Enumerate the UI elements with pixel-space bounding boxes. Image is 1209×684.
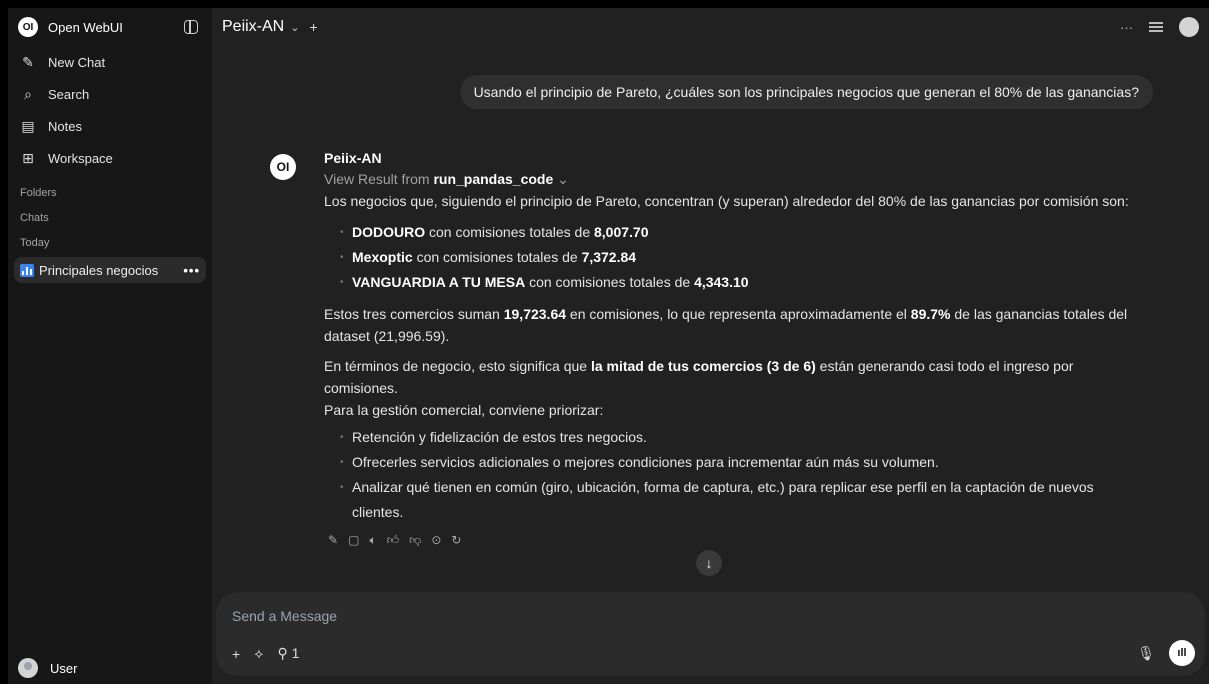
thumbs-up-icon[interactable]: 👍︎: [387, 529, 400, 551]
list-item: Ofrecerles servicios adicionales o mejor…: [340, 450, 1136, 475]
chevron-down-icon[interactable]: ⌄: [290, 21, 299, 34]
search-button[interactable]: ⌕ Search: [8, 78, 212, 110]
search-label: Search: [48, 86, 90, 102]
search-icon: ⌕: [24, 85, 32, 102]
assistant-name: Peiix-AN: [324, 150, 382, 166]
waveform-icon: ıll: [1177, 647, 1187, 659]
message-composer: Send a Message + ⟡ ⚲ 1 🎙︎ ıll: [216, 592, 1205, 676]
sidebar: OI Open WebUI ✎ New Chat ⌕ Search ▤ Note…: [8, 8, 212, 684]
controls-icon[interactable]: [1149, 21, 1163, 33]
chats-heading[interactable]: Chats: [8, 205, 212, 230]
tool-result-toggle[interactable]: View Result from run_pandas_code ⌄: [324, 168, 1136, 190]
top-businesses-list: DODOURO con comisiones totales de 8,007.…: [324, 220, 1136, 295]
new-chat-button[interactable]: ✎ New Chat: [8, 46, 212, 78]
commission-value: 7,372.84: [581, 249, 637, 265]
scroll-to-bottom-button[interactable]: ↓: [696, 550, 722, 576]
summary-percent: 89.7%: [910, 306, 951, 322]
answer-intro: Los negocios que, siguiendo el principio…: [324, 193, 1129, 209]
business-highlight: la mitad de tus comercios (3 de 6): [590, 358, 816, 374]
commission-value: 4,343.10: [694, 274, 749, 290]
view-result-prefix: View Result from: [324, 171, 434, 187]
tool-count: 1: [291, 645, 300, 661]
list-item: Mexoptic con comisiones totales de 7,372…: [340, 245, 1136, 270]
user-message: Usando el principio de Pareto, ¿cuáles s…: [459, 75, 1153, 109]
commission-value: 8,007.70: [594, 224, 649, 240]
workspace-icon: ⊞: [22, 149, 34, 166]
chat-item-principales-negocios[interactable]: Principales negocios •••: [14, 257, 206, 283]
integrations-icon[interactable]: ⟡: [254, 645, 263, 662]
chat-item-menu-icon[interactable]: •••: [183, 263, 200, 278]
summary-paragraph: Estos tres comercios suman 19,723.64 en …: [324, 303, 1136, 347]
wrench-icon: ⚲: [277, 645, 288, 661]
plus-icon[interactable]: +: [232, 646, 240, 662]
business-text: En términos de negocio, esto significa q…: [324, 358, 591, 374]
summary-text: en comisiones, lo que representa aproxim…: [566, 306, 911, 322]
today-heading: Today: [20, 236, 50, 249]
user-name: User: [50, 660, 78, 676]
priority-intro: Para la gestión comercial, conviene prio…: [324, 402, 604, 418]
voice-mode-button[interactable]: ıll: [1169, 640, 1195, 666]
assistant-message: OI Peiix-AN View Result from run_pandas_…: [270, 148, 1136, 551]
thumbs-down-icon[interactable]: 👎︎: [409, 529, 421, 551]
speaker-icon[interactable]: 🔈︎: [369, 529, 376, 551]
workspace-button[interactable]: ⊞ Workspace: [8, 142, 212, 174]
message-input[interactable]: Send a Message: [232, 608, 337, 624]
add-model-button[interactable]: +: [309, 19, 317, 35]
notes-label: Notes: [48, 118, 82, 134]
business-name: DODOURO: [352, 224, 426, 240]
list-text: con comisiones totales de: [525, 274, 695, 290]
edit-icon[interactable]: ✎: [328, 529, 338, 551]
notes-button[interactable]: ▤ Notes: [8, 110, 212, 142]
model-selector[interactable]: Peiix-AN: [222, 18, 284, 36]
message-actions: ✎ ▢ 🔈︎ 👍︎ 👎︎ ⊙ ↻: [328, 529, 1136, 551]
chat-item-title: Principales negocios: [39, 262, 159, 278]
app-name[interactable]: Open WebUI: [48, 20, 123, 35]
list-item: DODOURO con comisiones totales de 8,007.…: [340, 220, 1136, 245]
avatar: [18, 658, 38, 678]
tool-name: run_pandas_code: [433, 171, 554, 187]
arrow-down-icon: ↓: [705, 555, 713, 571]
list-text: con comisiones totales de: [412, 249, 582, 265]
sidebar-header: OI Open WebUI: [8, 8, 212, 46]
workspace-label: Workspace: [48, 150, 113, 166]
business-name: Mexoptic: [352, 249, 413, 265]
edit-icon: ✎: [22, 53, 34, 70]
chat-header: Peiix-AN ⌄ + ···: [212, 8, 1209, 46]
business-name: VANGUARDIA A TU MESA: [352, 274, 526, 290]
list-item: VANGUARDIA A TU MESA con comisiones tota…: [340, 270, 1136, 295]
microphone-icon[interactable]: 🎙︎: [1137, 645, 1155, 662]
user-avatar[interactable]: [1179, 17, 1199, 37]
list-item: Analizar qué tienen en común (giro, ubic…: [340, 475, 1136, 525]
summary-total: 19,723.64: [503, 306, 567, 322]
copy-icon[interactable]: ▢: [348, 529, 359, 551]
app-window: OI Open WebUI ✎ New Chat ⌕ Search ▤ Note…: [8, 8, 1209, 684]
regenerate-icon[interactable]: ↻: [451, 529, 461, 551]
chat-main: Peiix-AN ⌄ + ··· Usando el principio de …: [212, 8, 1209, 684]
new-chat-label: New Chat: [48, 54, 106, 70]
list-text: con comisiones totales de: [425, 224, 594, 240]
more-options-icon[interactable]: ···: [1120, 20, 1133, 35]
notes-icon: ▤: [21, 117, 35, 134]
summary-text: Estos tres comercios suman: [324, 306, 504, 322]
chevron-down-icon: ⌄: [557, 171, 569, 187]
assistant-logo: OI: [270, 154, 296, 180]
user-menu[interactable]: User: [18, 658, 77, 678]
priorities-list: Retención y fidelización de estos tres n…: [324, 425, 1136, 525]
play-icon[interactable]: ⊙: [431, 529, 441, 551]
list-item: Retención y fidelización de estos tres n…: [340, 425, 1136, 450]
tools-button[interactable]: ⚲ 1: [277, 645, 299, 662]
business-paragraph: En términos de negocio, esto significa q…: [324, 355, 1136, 399]
app-logo[interactable]: OI: [18, 17, 38, 37]
bar-chart-icon: [20, 263, 34, 277]
folders-heading[interactable]: Folders: [8, 180, 212, 205]
sidebar-toggle-icon[interactable]: [184, 20, 198, 34]
